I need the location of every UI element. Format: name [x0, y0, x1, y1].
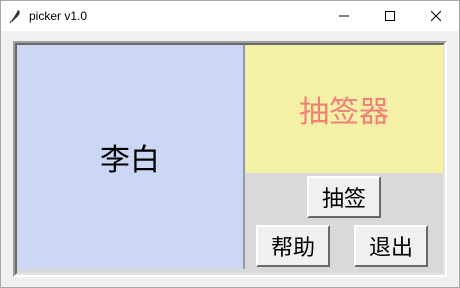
minimize-button[interactable] [321, 1, 367, 31]
main-frame: 李白 抽签器 抽签 帮助 退出 [13, 41, 447, 277]
close-button[interactable] [413, 1, 459, 31]
exit-button[interactable]: 退出 [354, 225, 428, 267]
draw-button[interactable]: 抽签 [307, 176, 381, 218]
help-button[interactable]: 帮助 [256, 225, 330, 267]
button-area: 抽签 帮助 退出 [245, 173, 443, 269]
minimize-icon [339, 15, 349, 17]
window-title: picker v1.0 [29, 9, 88, 23]
maximize-icon [385, 11, 395, 21]
window-controls [321, 1, 459, 31]
feather-icon [7, 8, 23, 24]
title-panel: 抽签器 [245, 45, 443, 173]
app-heading: 抽签器 [299, 95, 389, 130]
app-window: picker v1.0 李白 抽签器 抽签 帮助 退出 [0, 0, 460, 288]
maximize-button[interactable] [367, 1, 413, 31]
title-bar[interactable]: picker v1.0 [1, 1, 459, 31]
picked-name: 李白 [100, 143, 160, 178]
close-icon [431, 11, 441, 21]
name-display-panel: 李白 [17, 45, 245, 269]
